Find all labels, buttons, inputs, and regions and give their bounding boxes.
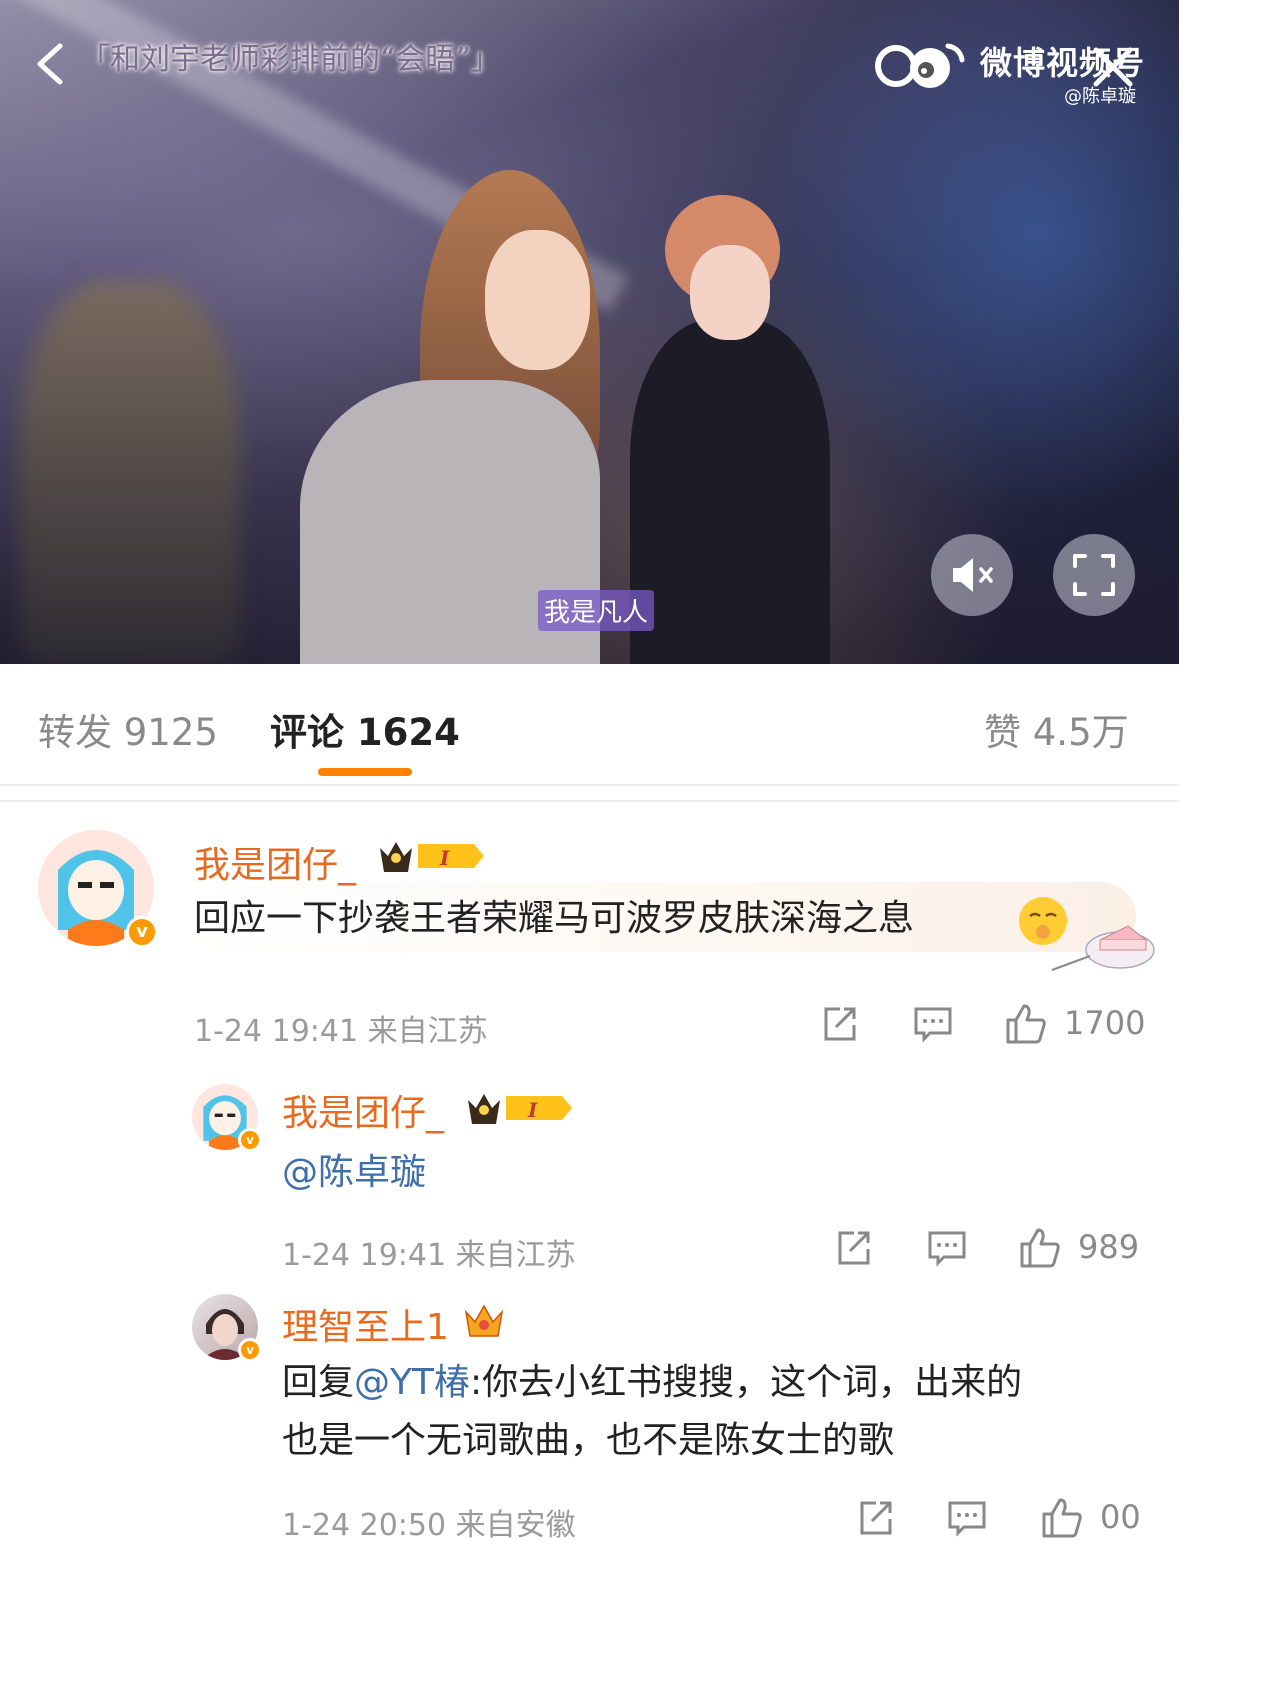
fullscreen-icon (1073, 554, 1115, 596)
background-person (20, 280, 240, 664)
mention-link[interactable]: @陈卓璇 (282, 1152, 426, 1193)
comment-line-2: 也是一个无词歌曲，也不是陈女士的歌 (282, 1420, 895, 1461)
comment-text: 回复@YT椿:你去小红书搜搜，这个词，出来的 也是一个无词歌曲，也不是陈女士的歌 (282, 1354, 1022, 1470)
fullscreen-button[interactable] (1053, 534, 1135, 616)
man-coat (630, 320, 830, 664)
like-count: 00 (1100, 1498, 1141, 1536)
verified-badge-icon: v (238, 1338, 262, 1362)
svg-text:I: I (439, 846, 450, 870)
video-title: 「和刘宇老师彩排前的“会晤”」 (80, 42, 501, 77)
weibo-logo-icon (875, 43, 965, 88)
comment-text: @陈卓璇 (282, 1144, 426, 1202)
tab-repost[interactable]: 转发 9125 (38, 702, 218, 756)
svg-text:I: I (527, 1098, 538, 1122)
comment-body: 回应一下抄袭王者荣耀马可波罗皮肤深海之息 (194, 898, 915, 939)
verified-badge-icon: v (238, 1128, 262, 1152)
active-tab-indicator (318, 768, 412, 776)
comment-username[interactable]: 理智至上1 (282, 1298, 449, 1350)
vip-crown-badge-icon: I (380, 842, 484, 872)
tab-like[interactable]: 赞 4.5万 (984, 702, 1129, 756)
reply-icon[interactable] (926, 1227, 968, 1269)
mention-link[interactable]: @YT椿 (354, 1362, 470, 1403)
vip-crown-badge-icon: I (468, 1094, 572, 1124)
comment-meta: 1-24 19:41 来自江苏 (194, 1006, 488, 1050)
comment-location: 来自江苏 (455, 1238, 576, 1273)
avatar[interactable]: v (38, 830, 158, 948)
like-icon[interactable] (1040, 1494, 1086, 1540)
avatar[interactable]: v (192, 1294, 262, 1362)
divider (0, 800, 1179, 802)
comment-time: 1-24 19:41 (194, 1014, 359, 1049)
comment-body: :你去小红书搜搜，这个词，出来的 (470, 1362, 1023, 1403)
like-count: 1700 (1064, 1004, 1146, 1042)
verified-badge-icon: v (126, 916, 158, 948)
like-icon[interactable] (1018, 1224, 1064, 1270)
avatar[interactable]: v (192, 1084, 262, 1152)
gold-crown-badge-icon (464, 1304, 504, 1337)
reply-prefix: 回复 (282, 1362, 355, 1403)
like-icon[interactable] (1004, 1000, 1050, 1046)
share-icon[interactable] (818, 1003, 860, 1045)
comment-location: 来自安徽 (455, 1508, 576, 1543)
like-count: 989 (1078, 1228, 1140, 1266)
video-player[interactable]: 「和刘宇老师彩排前的“会晤”」 微博视频号 @陈卓璇 我是凡人 (0, 0, 1179, 664)
mute-icon (953, 558, 993, 592)
comment-location: 来自江苏 (367, 1014, 488, 1049)
video-subtitle: 我是凡人 (538, 590, 655, 631)
share-icon[interactable] (854, 1497, 896, 1539)
back-icon[interactable] (28, 40, 76, 88)
comment-meta: 1-24 20:50 来自安徽 (282, 1500, 576, 1544)
mute-button[interactable] (931, 534, 1013, 616)
close-icon[interactable] (1088, 42, 1138, 92)
woman-face (485, 230, 590, 370)
comment-username[interactable]: 我是团仔_ (194, 836, 356, 888)
cake-decoration-icon (1051, 925, 1155, 971)
comment-time: 1-24 20:50 (282, 1508, 447, 1543)
man-face (690, 245, 770, 340)
tab-bar: 转发 9125 评论 1624 赞 4.5万 (0, 664, 1179, 786)
comment-username[interactable]: 我是团仔_ (282, 1084, 444, 1136)
reply-icon[interactable] (946, 1497, 988, 1539)
tab-comment[interactable]: 评论 1624 (270, 702, 460, 756)
comment-text: 回应一下抄袭王者荣耀马可波罗皮肤深海之息 (194, 890, 914, 948)
comment-meta: 1-24 19:41 来自江苏 (282, 1230, 576, 1274)
comment-line-1: 回复@YT椿:你去小红书搜搜，这个词，出来的 (282, 1354, 1022, 1412)
share-icon[interactable] (832, 1227, 874, 1269)
reply-icon[interactable] (912, 1003, 954, 1045)
comment-time: 1-24 19:41 (282, 1238, 447, 1273)
